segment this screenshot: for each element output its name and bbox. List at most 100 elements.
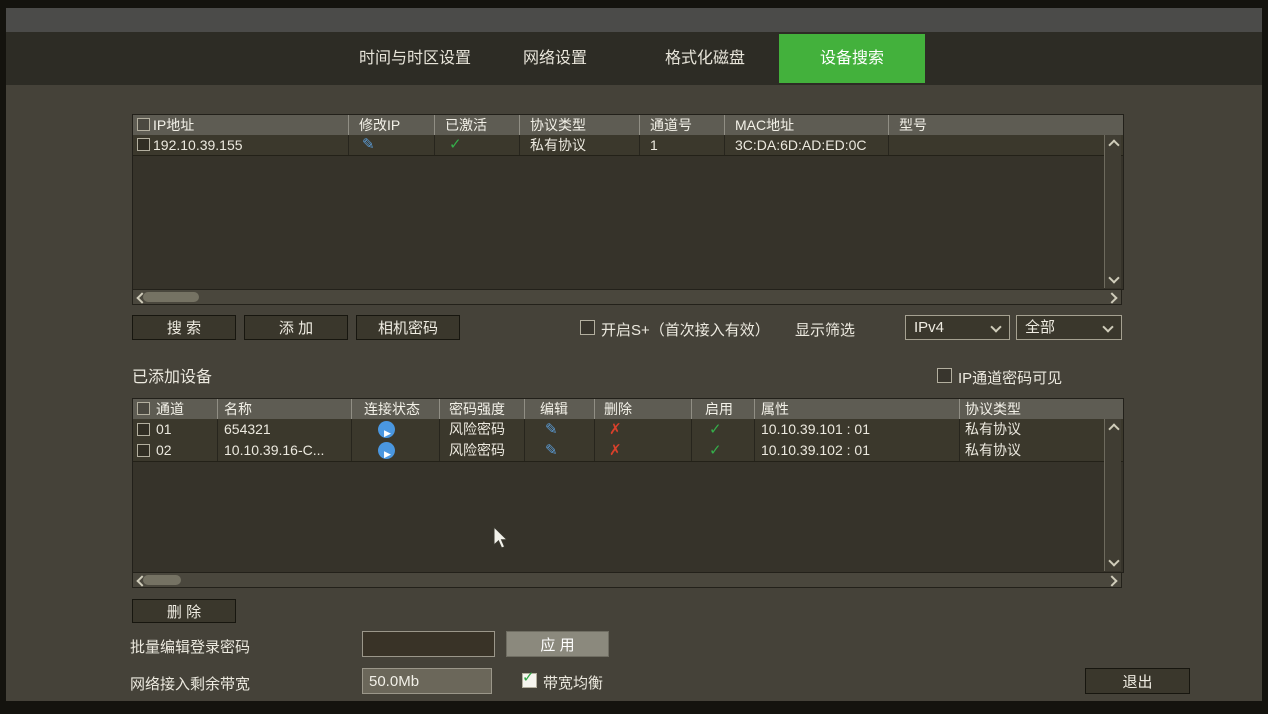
camera-password-button[interactable]: 相机密码 [356, 315, 460, 340]
enable-splus-checkbox[interactable] [580, 320, 595, 335]
scope-dropdown[interactable]: 全部 [1016, 315, 1122, 340]
delete-x-icon[interactable]: ✗ [609, 419, 622, 440]
cell-delete: ✗ [594, 419, 692, 440]
cell-name: 654321 [217, 419, 271, 440]
cell-name: 10.10.39.16-C... [217, 440, 324, 461]
cell-channel: 1 [639, 135, 658, 155]
search-table-hscrollbar[interactable] [132, 289, 1122, 305]
bandwidth-balance-label: 带宽均衡 [543, 672, 603, 693]
row-checkbox[interactable] [137, 444, 150, 457]
mouse-cursor [493, 526, 509, 550]
row-checkbox[interactable] [137, 138, 150, 151]
scroll-up-icon[interactable] [1108, 139, 1119, 150]
col-connection-status: 连接状态 [351, 399, 420, 419]
tab-format-disk[interactable]: 格式化磁盘 [645, 32, 765, 85]
cell-enable: ✓ [691, 440, 755, 461]
cell-connection: ▶ [351, 419, 440, 440]
col-modify-ip: 修改IP [348, 115, 400, 135]
col-model: 型号 [888, 115, 927, 135]
enable-check-icon[interactable]: ✓ [709, 419, 722, 440]
edit-pencil-icon[interactable]: ✎ [545, 419, 558, 440]
search-results-table: IP地址 修改IP 已激活 协议类型 通道号 MAC地址 型号 192.10.3… [132, 114, 1124, 290]
ip-version-dropdown[interactable]: IPv4 [905, 315, 1010, 340]
connect-play-icon[interactable]: ▶ [378, 442, 395, 459]
activated-check-icon: ✓ [449, 135, 462, 155]
added-device-row[interactable]: 01 654321 ▶ 风险密码 ✎ ✗ ✓ 10.10.39.101 : 01… [133, 419, 1123, 441]
bandwidth-input[interactable] [362, 668, 492, 694]
device-search-window: 时间与时区设置 网络设置 格式化磁盘 设备搜索 IP地址 修改IP 已激活 协议… [0, 0, 1268, 714]
col-channel: 通道 [156, 399, 184, 419]
cell-channel: 01 [156, 419, 172, 440]
cell-protocol: 私有协议 [519, 135, 586, 155]
tab-network[interactable]: 网络设置 [505, 32, 605, 85]
cell-channel: 02 [156, 440, 172, 461]
col-edit: 编辑 [524, 399, 568, 419]
search-table-vscrollbar[interactable] [1104, 135, 1121, 288]
cell-password-strength: 风险密码 [439, 440, 505, 461]
scroll-down-icon[interactable] [1108, 555, 1119, 566]
col-channel-no: 通道号 [639, 115, 692, 135]
cell-edit: ✎ [524, 440, 595, 461]
row-checkbox[interactable] [137, 423, 150, 436]
exit-button[interactable]: 退出 [1085, 668, 1190, 694]
select-all-checkbox[interactable] [137, 118, 150, 131]
edit-pencil-icon[interactable]: ✎ [545, 440, 558, 461]
delete-x-icon[interactable]: ✗ [609, 440, 622, 461]
cell-attribute: 10.10.39.101 : 01 [754, 419, 870, 440]
ip-channel-password-visible-checkbox[interactable] [937, 368, 952, 383]
added-table-vscrollbar[interactable] [1104, 419, 1121, 571]
added-table-hscrollbar[interactable] [132, 572, 1122, 588]
batch-password-label: 批量编辑登录密码 [130, 636, 250, 657]
connect-play-icon[interactable]: ▶ [378, 421, 395, 438]
cell-password-strength: 风险密码 [439, 419, 505, 440]
enable-check-icon[interactable]: ✓ [709, 440, 722, 461]
cell-ip: 192.10.39.155 [153, 135, 243, 155]
scroll-right-icon[interactable] [1106, 575, 1117, 586]
enable-splus-label: 开启S+（首次接入有效） [601, 319, 770, 340]
col-protocol-type: 协议类型 [959, 399, 1021, 419]
col-protocol-type: 协议类型 [519, 115, 586, 135]
show-filter-label: 显示筛选 [795, 319, 855, 340]
tab-bar: 时间与时区设置 网络设置 格式化磁盘 设备搜索 [6, 32, 1262, 85]
titlebar-strip [6, 8, 1262, 32]
cell-mac: 3C:DA:6D:AD:ED:0C [724, 135, 866, 155]
col-mac-address: MAC地址 [724, 115, 794, 135]
col-attribute: 属性 [754, 399, 789, 419]
check-icon: ✓ [522, 670, 535, 685]
bandwidth-label: 网络接入剩余带宽 [130, 673, 250, 694]
col-password-strength: 密码强度 [439, 399, 505, 419]
hscroll-thumb[interactable] [143, 292, 199, 302]
add-button[interactable]: 添 加 [244, 315, 348, 340]
search-table-row[interactable]: 192.10.39.155 ✎ ✓ 私有协议 1 3C:DA:6D:AD:ED:… [133, 135, 1123, 156]
col-name: 名称 [217, 399, 252, 419]
cell-activated: ✓ [434, 135, 520, 155]
bandwidth-balance-checkbox[interactable]: ✓ [522, 673, 537, 688]
delete-button[interactable]: 删 除 [132, 599, 236, 623]
chevron-down-icon [990, 321, 1001, 332]
added-devices-table: 通道 名称 连接状态 密码强度 编辑 删除 启用 属性 协议类型 01 6543… [132, 398, 1124, 573]
added-table-header: 通道 名称 连接状态 密码强度 编辑 删除 启用 属性 协议类型 [133, 399, 1123, 419]
ip-version-value: IPv4 [914, 316, 944, 339]
scope-value: 全部 [1025, 316, 1055, 339]
apply-button[interactable]: 应 用 [506, 631, 609, 657]
select-all-checkbox[interactable] [137, 402, 150, 415]
cell-model [888, 135, 899, 155]
tab-device-search[interactable]: 设备搜索 [779, 34, 925, 83]
scroll-down-icon[interactable] [1108, 272, 1119, 283]
scroll-right-icon[interactable] [1106, 292, 1117, 303]
cell-attribute: 10.10.39.102 : 01 [754, 440, 870, 461]
edit-pencil-icon[interactable]: ✎ [362, 135, 375, 155]
tab-time-timezone[interactable]: 时间与时区设置 [345, 32, 485, 85]
cell-protocol: 私有协议 [959, 440, 1021, 461]
chevron-down-icon [1102, 321, 1113, 332]
batch-password-input[interactable] [362, 631, 495, 657]
hscroll-thumb[interactable] [143, 575, 181, 585]
col-activated: 已激活 [434, 115, 487, 135]
added-devices-title: 已添加设备 [132, 363, 212, 387]
search-button[interactable]: 搜 索 [132, 315, 236, 340]
cell-edit: ✎ [524, 419, 595, 440]
col-enable: 启用 [691, 399, 733, 419]
cell-protocol: 私有协议 [959, 419, 1021, 440]
added-device-row[interactable]: 02 10.10.39.16-C... ▶ 风险密码 ✎ ✗ ✓ 10.10.3… [133, 440, 1123, 462]
scroll-up-icon[interactable] [1108, 423, 1119, 434]
